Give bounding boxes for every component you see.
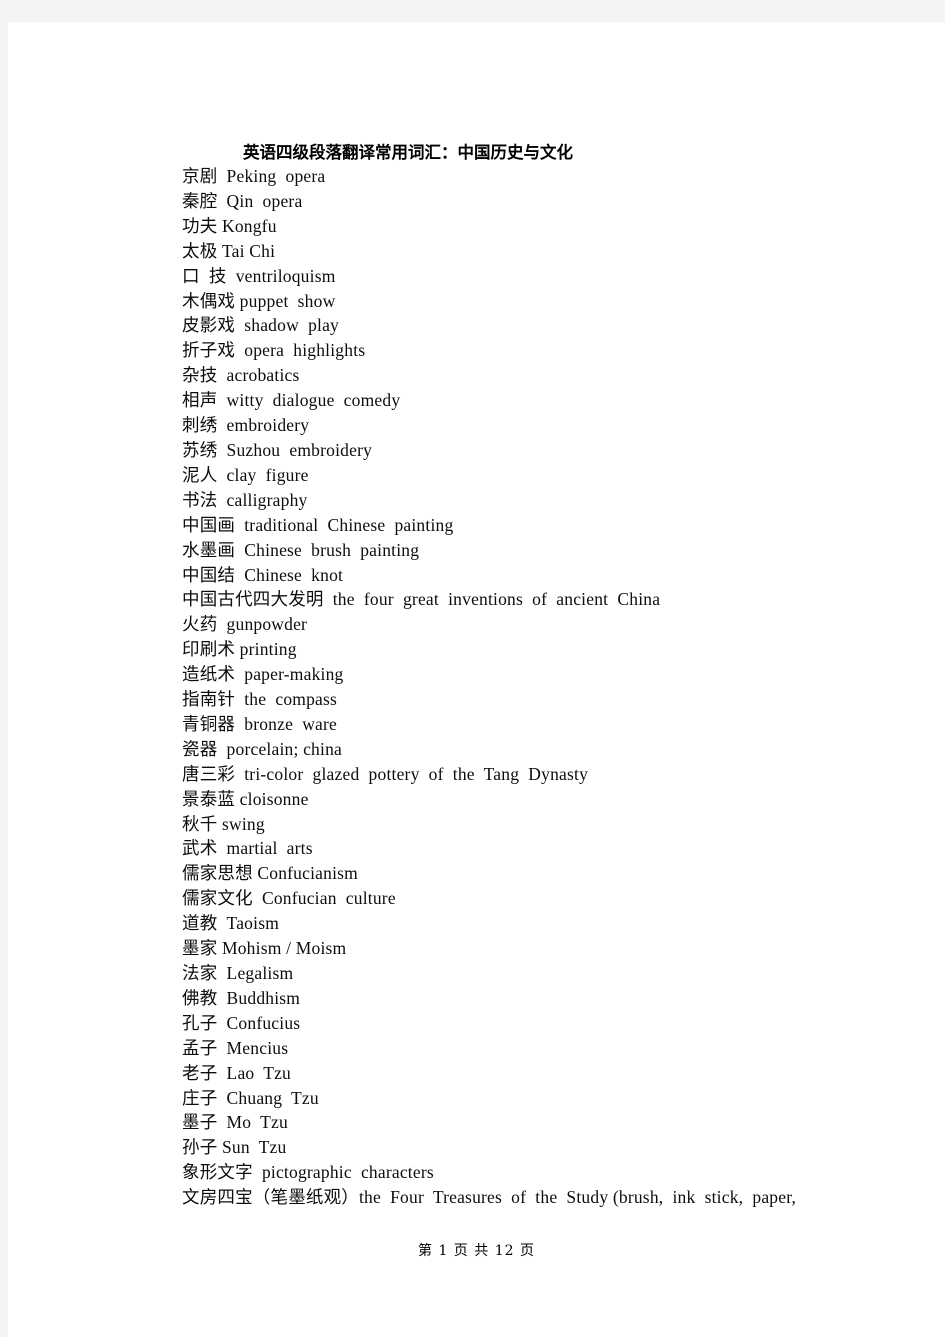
vocabulary-entry: 儒家思想 Confucianism: [182, 863, 358, 884]
vocabulary-entry: 指南针 the compass: [182, 689, 338, 710]
vocabulary-entry: 刺绣 embroidery: [182, 415, 310, 436]
vocabulary-list: 京剧 Peking opera 秦腔 Qin opera 功夫 Kongfu 太极 T…: [182, 164, 922, 1210]
page-content-area: 英语四级段落翻译常用词汇：中国历史与文化 京剧 Peking opera 秦腔 Q…: [8, 22, 945, 1337]
vocabulary-entry: 秦腔 Qin opera: [182, 190, 303, 211]
page-footer: 第 1 页 共 12 页: [418, 1243, 535, 1259]
vocabulary-entry: 孔子 Confucius: [182, 1012, 301, 1033]
vocabulary-entry: 印刷术 printing: [182, 639, 297, 660]
vocabulary-entry: 太极 Tai Chi: [182, 240, 276, 261]
vocabulary-entry: 中国画 traditional Chinese painting: [182, 514, 454, 535]
vocabulary-entry: 折子戏 opera highlights: [182, 340, 366, 361]
vocabulary-entry: 皮影戏 shadow play: [182, 315, 339, 336]
vocabulary-entry: 景泰蓝 cloisonne: [182, 788, 309, 809]
vocabulary-entry: 象形文字 pictographic characters: [182, 1162, 434, 1183]
vocabulary-entry: 中国结 Chinese knot: [182, 564, 344, 585]
vocabulary-entry: 墨子 Mo Tzu: [182, 1112, 288, 1133]
vocabulary-entry: 口 技 ventriloquism: [182, 265, 336, 286]
vocabulary-entry: 功夫 Kongfu: [182, 215, 277, 236]
vocabulary-entry: 中国古代四大发明 the four great inventions of an…: [182, 589, 661, 610]
vocabulary-entry: 孟子 Mencius: [182, 1037, 289, 1058]
vocabulary-entry: 杂技 acrobatics: [182, 365, 300, 386]
vocabulary-entry: 老子 Lao Tzu: [182, 1062, 291, 1083]
vocabulary-entry: 木偶戏 puppet show: [182, 290, 336, 311]
vocabulary-entry: 书法 calligraphy: [182, 489, 308, 510]
vocabulary-entry: 苏绣 Suzhou embroidery: [182, 439, 373, 460]
vocabulary-entry: 唐三彩 tri-color glazed pottery of the Tang…: [182, 763, 589, 784]
vocabulary-entry: 庄子 Chuang Tzu: [182, 1087, 319, 1108]
vocabulary-entry: 相声 witty dialogue comedy: [182, 390, 401, 411]
vocabulary-entry: 道教 Taoism: [182, 913, 280, 934]
vocabulary-entry: 孙子 Sun Tzu: [182, 1137, 287, 1158]
vocabulary-entry: 文房四宝（笔墨纸观）the Four Treasures of the Stud…: [182, 1187, 797, 1208]
vocabulary-entry: 水墨画 Chinese brush painting: [182, 539, 420, 560]
vocabulary-entry: 佛教 Buddhism: [182, 987, 301, 1008]
vocabulary-entry: 青铜器 bronze ware: [182, 713, 338, 734]
page-title: 英语四级段落翻译常用词汇：中国历史与文化: [243, 143, 573, 162]
vocabulary-entry: 泥人 clay figure: [182, 464, 309, 485]
vocabulary-entry: 造纸术 paper-making: [182, 664, 344, 685]
vocabulary-entry: 法家 Legalism: [182, 963, 294, 983]
vocabulary-entry: 墨家 Mohism / Moism: [182, 938, 347, 959]
vocabulary-entry: 武术 martial arts: [182, 838, 313, 859]
document-page: 英语四级段落翻译常用词汇：中国历史与文化 京剧 Peking opera 秦腔 Q…: [8, 22, 945, 1337]
vocabulary-entry: 秋千 swing: [182, 813, 265, 834]
vocabulary-entry: 儒家文化 Confucian culture: [182, 888, 396, 909]
vocabulary-entry: 京剧 Peking opera: [182, 166, 326, 186]
vocabulary-entry: 火药 gunpowder: [182, 614, 308, 635]
vocabulary-entry: 瓷器 porcelain; china: [182, 738, 342, 759]
